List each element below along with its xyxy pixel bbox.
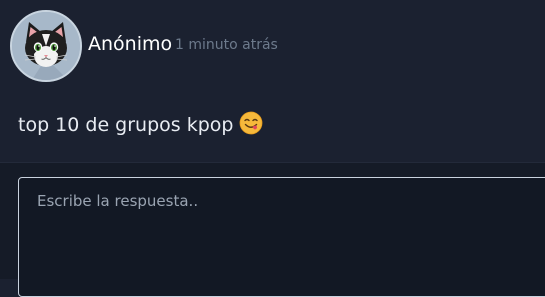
post-timestamp: 1 minuto atrás [175, 37, 278, 53]
avatar[interactable] [10, 10, 82, 82]
cat-avatar-icon [12, 12, 80, 80]
face-savoring-food-emoji-icon [240, 111, 263, 135]
reply-placeholder: Escribe la respuesta.. [37, 192, 199, 210]
reply-textarea[interactable]: Escribe la respuesta.. [18, 177, 545, 297]
post-card: Anónimo 1 minuto atrás top 10 de grupos … [0, 0, 545, 162]
post-text: top 10 de grupos kpop [18, 114, 234, 136]
author-name[interactable]: Anónimo [88, 33, 172, 55]
post-content: top 10 de grupos kpop [18, 111, 263, 137]
